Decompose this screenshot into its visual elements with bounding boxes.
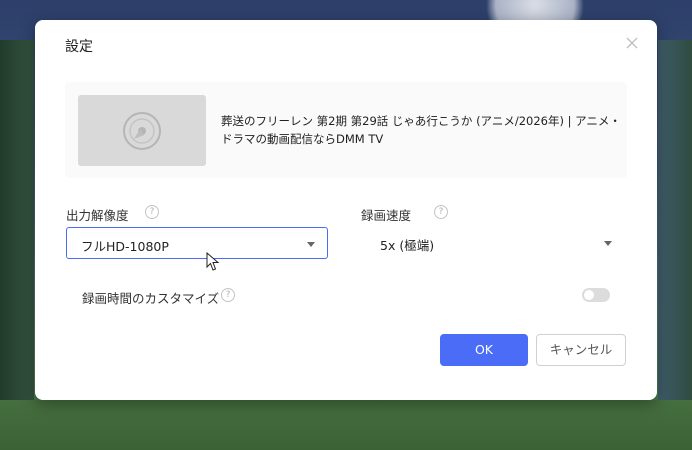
speed-help-icon[interactable]: ? — [434, 205, 448, 219]
resolution-label: 出力解像度 — [66, 208, 129, 223]
custom-time-label: 録画時間のカスタマイズ — [82, 291, 220, 306]
media-card: 葬送のフリーレン 第2期 第29話 じゃあ行こうか (アニメ/2026年) | … — [65, 82, 627, 178]
disc-icon — [123, 112, 161, 150]
media-thumbnail — [78, 95, 206, 166]
speed-select[interactable]: 5x (極端) — [366, 227, 628, 259]
chevron-down-icon — [307, 242, 315, 247]
mouse-cursor-icon — [206, 251, 220, 276]
custom-time-help-icon[interactable]: ? — [221, 288, 235, 302]
custom-time-toggle[interactable] — [582, 288, 610, 302]
background-grass — [0, 400, 692, 450]
ok-button[interactable]: OK — [440, 334, 528, 366]
speed-value: 5x (極端) — [380, 238, 435, 253]
resolution-help-icon[interactable]: ? — [145, 205, 159, 219]
chevron-down-icon — [604, 241, 612, 246]
resolution-value: フルHD-1080P — [81, 239, 169, 254]
resolution-select[interactable]: フルHD-1080P — [66, 227, 328, 259]
speed-label: 録画速度 — [361, 208, 412, 223]
close-icon[interactable] — [622, 33, 642, 53]
cancel-button[interactable]: キャンセル — [536, 334, 626, 366]
settings-dialog: 設定 葬送のフリーレン 第2期 第29話 じゃあ行こうか (アニメ/2026年)… — [35, 20, 657, 400]
background-trees-left — [0, 40, 34, 400]
background-trees-right — [658, 40, 692, 400]
dialog-title: 設定 — [65, 39, 93, 55]
media-title: 葬送のフリーレン 第2期 第29話 じゃあ行こうか (アニメ/2026年) | … — [221, 114, 621, 146]
toggle-knob — [584, 290, 594, 300]
